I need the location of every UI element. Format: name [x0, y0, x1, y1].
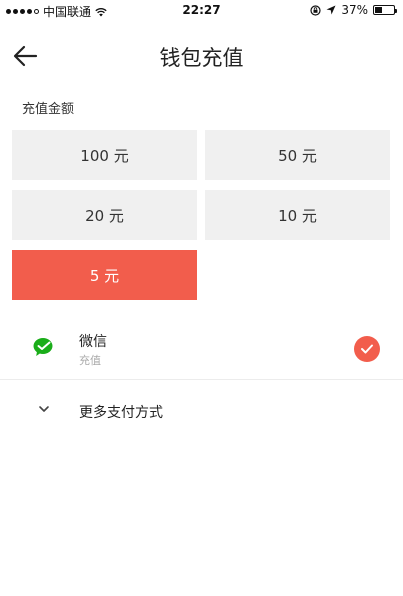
- selected-check[interactable]: [354, 336, 380, 362]
- nav-bar: 钱包充值: [0, 20, 403, 92]
- battery-percent: 37%: [341, 3, 368, 17]
- battery-icon: [373, 5, 397, 15]
- payment-name: 微信: [79, 334, 107, 350]
- chevron-down-icon: [39, 406, 49, 412]
- page-title: 钱包充值: [159, 46, 244, 70]
- wechat-icon: [33, 338, 53, 356]
- amount-option-20[interactable]: 20 元: [12, 190, 197, 240]
- amount-option-100[interactable]: 100 元: [12, 130, 197, 180]
- checkmark-icon: [361, 344, 373, 354]
- status-right: 37%: [310, 3, 397, 17]
- payment-option-wechat[interactable]: 微信 充值: [0, 320, 403, 380]
- battery-level: [375, 7, 382, 13]
- location-arrow-icon: [326, 5, 336, 15]
- rotation-lock-icon: [310, 4, 321, 16]
- amount-option-50[interactable]: 50 元: [205, 130, 390, 180]
- more-payment-label: 更多支付方式: [79, 405, 163, 421]
- amount-section-label: 充值金额: [22, 102, 75, 117]
- status-bar: 中国联通 22:27 37%: [0, 0, 403, 20]
- amount-option-10[interactable]: 10 元: [205, 190, 390, 240]
- payment-subtitle: 充值: [79, 354, 101, 367]
- more-payment-methods[interactable]: 更多支付方式: [0, 392, 403, 432]
- amount-option-5[interactable]: 5 元: [12, 250, 197, 300]
